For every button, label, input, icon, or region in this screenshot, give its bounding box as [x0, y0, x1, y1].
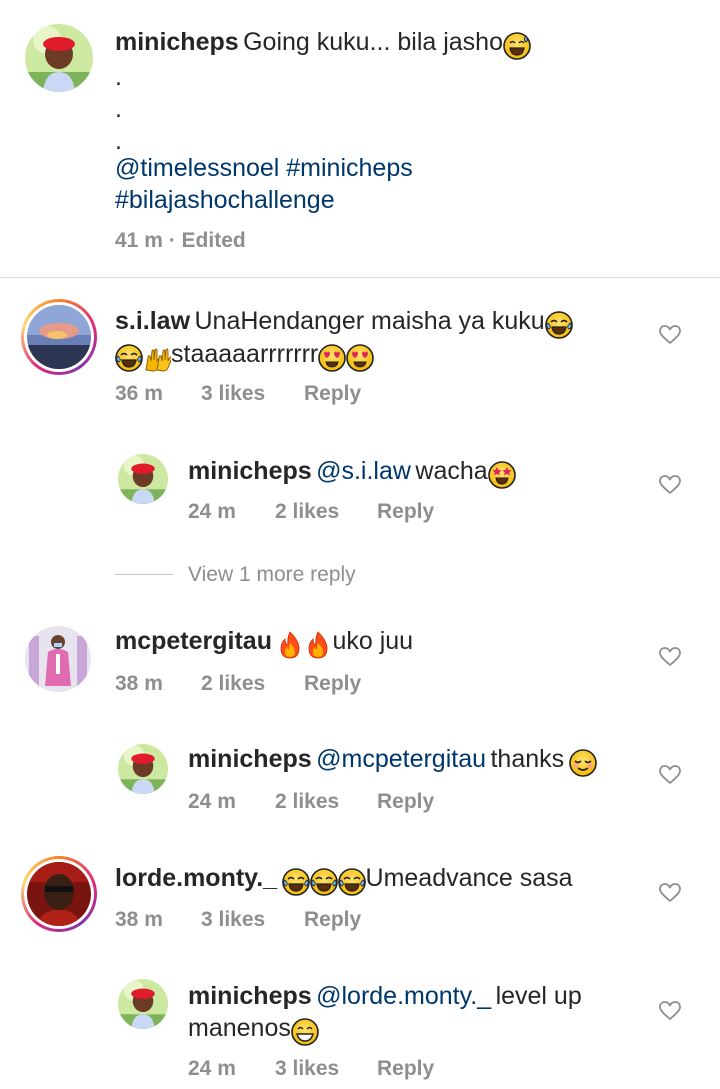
reply-text: level up: [495, 982, 582, 1010]
comment-text: UnaHendanger maisha ya kuku: [194, 307, 545, 335]
reply-likes[interactable]: 3 likes: [275, 1057, 339, 1081]
avatar[interactable]: [118, 744, 168, 794]
comment-time: 38 m: [115, 908, 163, 931]
avatar-photo: [27, 305, 91, 369]
reply-time: 24 m: [188, 790, 236, 813]
tears-of-joy-emoji: [309, 867, 338, 896]
reply-button[interactable]: Reply: [304, 908, 361, 932]
reply-username[interactable]: minicheps: [188, 982, 312, 1010]
heart-icon[interactable]: [659, 1001, 681, 1021]
reply-likes[interactable]: 2 likes: [275, 790, 339, 814]
comment-likes[interactable]: 3 likes: [201, 382, 265, 406]
heart-icon[interactable]: [659, 883, 681, 903]
avatar[interactable]: [118, 454, 168, 504]
comment-username[interactable]: mcpetergitau: [115, 627, 272, 655]
view-more-line: [115, 574, 173, 575]
reply-button[interactable]: Reply: [377, 1057, 434, 1081]
reply-button[interactable]: Reply: [304, 672, 361, 696]
tears-of-joy-emoji: [115, 343, 143, 372]
grinning-emoji: [291, 1017, 319, 1046]
story-ring[interactable]: [21, 856, 97, 932]
tears-of-joy-emoji: [281, 867, 310, 896]
comment-time: 38 m: [115, 672, 163, 695]
reply-line: minicheps @lorde.monty._ level up: [188, 980, 582, 1016]
avatar: [27, 862, 91, 926]
heart-icon[interactable]: [659, 325, 681, 345]
avatar[interactable]: [118, 979, 168, 1029]
avatar-photo: [118, 744, 168, 794]
reply-line2: manenos: [188, 1012, 319, 1048]
heart-eyes-emoji: [346, 343, 375, 372]
reply-time: 24 m: [188, 500, 236, 523]
reply-mention[interactable]: @lorde.monty._: [316, 982, 491, 1010]
reply-mention[interactable]: @s.i.law: [316, 457, 411, 485]
comment-username[interactable]: lorde.monty._: [115, 864, 277, 892]
reply-text: thanks: [490, 745, 565, 773]
caption-dot: .: [115, 63, 122, 91]
comment-username[interactable]: s.i.law: [115, 307, 190, 335]
avatar-photo: [118, 979, 168, 1029]
reply-likes[interactable]: 2 likes: [275, 500, 339, 524]
fire-emoji: [308, 631, 328, 659]
caption-hashtags-line1[interactable]: @timelessnoel #minicheps: [115, 152, 413, 184]
reply-line: minicheps @mcpetergitau thanks: [188, 743, 597, 779]
avatar-photo: [25, 626, 91, 692]
avatar[interactable]: [25, 24, 93, 92]
caption-text: Going kuku... bila jasho: [243, 28, 503, 56]
fire-emoji: [280, 631, 300, 659]
reply-text: wacha: [415, 457, 488, 485]
view-more-replies[interactable]: View 1 more reply: [188, 563, 356, 587]
star-struck-emoji: [487, 460, 516, 489]
comment-time: 36 m: [115, 382, 163, 405]
caption-dot: .: [115, 95, 122, 123]
caption-line: minicheps Going kuku... bila jasho: [115, 26, 531, 62]
caption-meta: 41 m · Edited: [115, 229, 246, 252]
comment-likes[interactable]: 2 likes: [201, 672, 265, 696]
avatar[interactable]: [25, 626, 91, 692]
divider: [0, 277, 720, 278]
avatar-photo: [27, 862, 91, 926]
heart-icon[interactable]: [659, 765, 681, 785]
reply-button[interactable]: Reply: [377, 500, 434, 524]
heart-eyes-emoji: [318, 343, 347, 372]
reply-time: 24 m: [188, 1057, 236, 1080]
caption-username[interactable]: minicheps: [115, 28, 239, 56]
heart-icon[interactable]: [659, 475, 681, 495]
reply-text: manenos: [188, 1014, 291, 1042]
comment-text: Umeadvance sasa: [365, 864, 573, 892]
avatar-photo: [118, 454, 168, 504]
avatar-photo: [25, 24, 93, 92]
comment-text: uko juu: [332, 627, 414, 655]
heart-icon[interactable]: [659, 647, 681, 667]
story-ring[interactable]: [21, 299, 97, 375]
tears-of-joy-emoji: [337, 867, 366, 896]
reply-username[interactable]: minicheps: [188, 457, 312, 485]
comment-text: staaaaarrrrrrr: [171, 340, 319, 368]
comment-line2: staaaaarrrrrrr: [115, 338, 375, 374]
grinning-sweat-emoji: [503, 31, 531, 60]
comment-line: lorde.monty._ Umeadvance sasa: [115, 862, 573, 898]
smiling-relieved-emoji: [568, 748, 597, 777]
reply-mention[interactable]: @mcpetergitau: [316, 745, 486, 773]
comment-likes[interactable]: 3 likes: [201, 908, 265, 932]
avatar: [27, 305, 91, 369]
comment-line: s.i.law UnaHendanger maisha ya kuku: [115, 305, 573, 341]
reply-line: minicheps @s.i.law wacha: [188, 455, 516, 491]
reply-username[interactable]: minicheps: [188, 745, 312, 773]
comment-line: mcpetergitau uko juu: [115, 625, 413, 661]
tears-of-joy-emoji: [544, 310, 573, 339]
caption-hashtags-line2[interactable]: #bilajashochallenge: [115, 184, 335, 216]
reply-button[interactable]: Reply: [377, 790, 434, 814]
raising-hands-emoji: [145, 348, 171, 372]
reply-button[interactable]: Reply: [304, 382, 361, 406]
